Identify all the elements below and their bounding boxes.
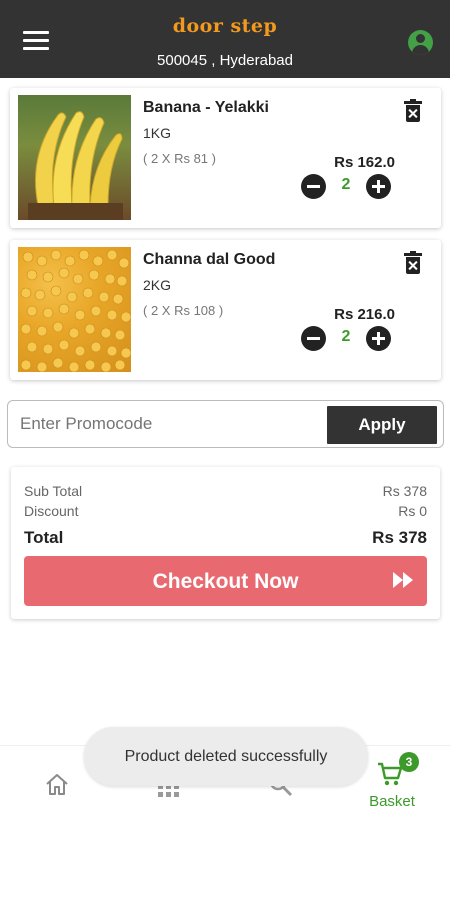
minus-icon[interactable] [301, 174, 326, 199]
plus-icon[interactable] [366, 326, 391, 351]
subtotal-value: Rs 378 [382, 483, 427, 499]
toast-message: Product deleted successfully [84, 727, 368, 786]
trash-icon[interactable] [404, 251, 422, 274]
product-name: Channa dal Good [143, 251, 276, 268]
basket-count-badge: 3 [399, 752, 419, 772]
discount-label: Discount [24, 503, 79, 519]
location-text[interactable]: 500045 , Hyderabad [0, 52, 450, 69]
basket-label: Basket [369, 793, 415, 810]
apply-button[interactable]: Apply [327, 406, 437, 444]
product-quantity: 1KG [143, 125, 172, 141]
unit-price-breakdown: ( 2 X Rs 81 ) [143, 151, 216, 166]
fast-forward-icon [393, 572, 415, 588]
discount-value: Rs 0 [398, 503, 427, 519]
minus-icon[interactable] [301, 326, 326, 351]
app-header: door step 500045 , Hyderabad [0, 0, 450, 78]
trash-icon[interactable] [404, 99, 422, 122]
product-image-banana [18, 95, 131, 220]
product-name: Banana - Yelakki [143, 99, 269, 116]
quantity-value: 2 [341, 176, 351, 193]
brand-name: door step [172, 15, 278, 37]
cart-item: Channa dal Good 2KG ( 2 X Rs 108 ) Rs 21… [10, 240, 441, 380]
quantity-stepper: 2 [301, 174, 391, 200]
brand-logo: door step [0, 15, 450, 37]
profile-icon[interactable] [408, 30, 433, 55]
home-icon[interactable] [44, 766, 84, 806]
product-quantity: 2KG [143, 277, 172, 293]
subtotal-label: Sub Total [24, 483, 83, 499]
total-value: Rs 378 [372, 528, 427, 547]
promo-code-input[interactable] [20, 414, 320, 434]
quantity-value: 2 [341, 328, 351, 345]
checkout-label: Checkout Now [152, 570, 299, 593]
quantity-stepper: 2 [301, 326, 391, 352]
total-label: Total [24, 528, 64, 547]
item-price: Rs 162.0 [334, 154, 395, 171]
cart-item: Banana - Yelakki 1KG ( 2 X Rs 81 ) Rs 16… [10, 88, 441, 228]
unit-price-breakdown: ( 2 X Rs 108 ) [143, 303, 224, 318]
order-summary: Sub Total Rs 378 Discount Rs 0 Total Rs … [11, 467, 440, 619]
promo-code-box: Apply [7, 400, 444, 448]
checkout-button[interactable]: Checkout Now [24, 556, 427, 606]
product-image-dal [18, 247, 131, 372]
item-price: Rs 216.0 [334, 306, 395, 323]
plus-icon[interactable] [366, 174, 391, 199]
